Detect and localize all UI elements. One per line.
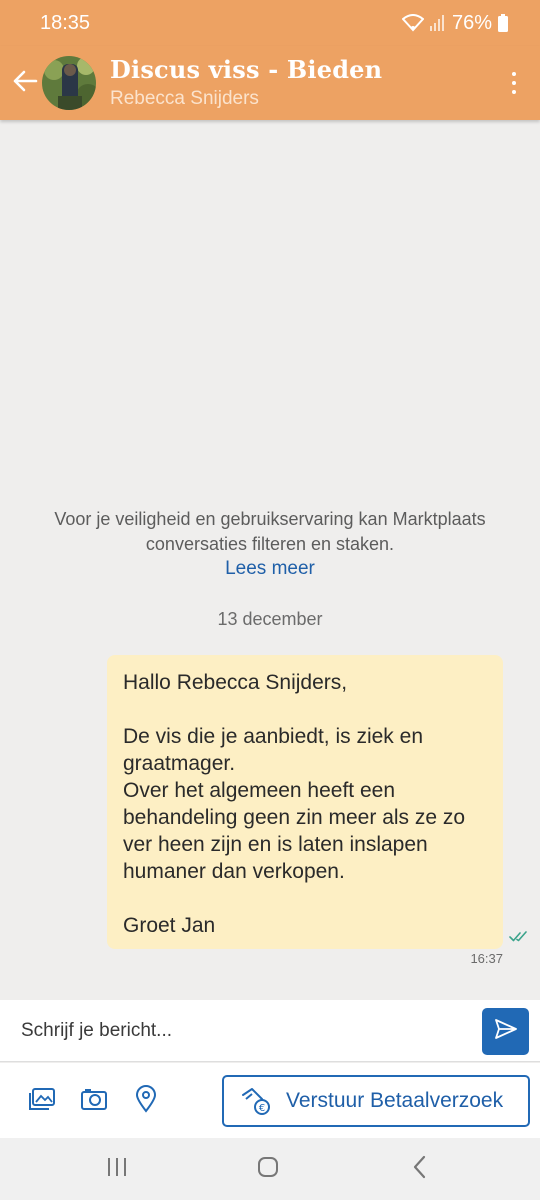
payment-request-label: Verstuur Betaalverzoek [286, 1089, 504, 1112]
svg-text:€: € [259, 1103, 265, 1114]
recent-apps-icon [106, 1157, 128, 1182]
outgoing-message[interactable]: Hallo Rebecca Snijders, De vis die je aa… [107, 655, 503, 949]
conversation-title: Discus viss - Bieden [110, 55, 383, 84]
safety-notice: Voor je veiligheid en gebruikservaring k… [0, 507, 540, 557]
home-icon [257, 1156, 279, 1183]
message-list[interactable]: Voor je veiligheid en gebruikservaring k… [0, 120, 540, 1000]
system-navigation-bar [0, 1138, 540, 1200]
arrow-left-icon [12, 70, 38, 97]
avatar[interactable] [42, 56, 96, 110]
location-button[interactable] [130, 1084, 162, 1118]
message-input[interactable] [0, 1000, 470, 1062]
date-separator: 13 december [217, 609, 323, 629]
camera-button[interactable] [78, 1085, 110, 1117]
more-options-button[interactable] [494, 53, 534, 113]
camera-icon [80, 1087, 108, 1116]
message-time: 16:37 [470, 951, 503, 966]
conversation-header: Discus viss - Bieden Rebecca Snijders [0, 46, 540, 120]
location-pin-icon [135, 1084, 157, 1118]
home-button[interactable] [248, 1156, 288, 1182]
contact-name: Rebecca Snijders [110, 88, 259, 109]
double-check-icon [509, 930, 529, 948]
recent-apps-button[interactable] [97, 1156, 137, 1182]
back-button[interactable] [4, 62, 46, 104]
status-time: 18:35 [40, 11, 91, 34]
safety-notice-line: conversaties filteren en staken. [145, 534, 395, 554]
send-icon [494, 1018, 518, 1045]
hand-coin-icon: € [238, 1083, 274, 1119]
send-button[interactable] [482, 1008, 529, 1055]
gallery-button[interactable] [26, 1085, 58, 1117]
read-more-link[interactable]: Lees meer [0, 558, 540, 580]
status-bar: 18:35 76% [0, 0, 540, 46]
signal-icon [429, 15, 446, 31]
image-gallery-icon [28, 1087, 56, 1116]
battery-level: 76% [451, 11, 492, 34]
attachment-toolbar: € Verstuur Betaalverzoek [0, 1063, 540, 1138]
chevron-left-icon [412, 1155, 428, 1184]
payment-request-button[interactable]: € Verstuur Betaalverzoek [222, 1075, 530, 1127]
status-icons: 76% [401, 11, 508, 35]
battery-icon [498, 14, 508, 32]
message-composer [0, 1000, 540, 1062]
safety-notice-line: Voor je veiligheid en gebruikservaring k… [54, 509, 486, 529]
wifi-icon [401, 14, 424, 32]
back-nav-button[interactable] [400, 1155, 440, 1184]
